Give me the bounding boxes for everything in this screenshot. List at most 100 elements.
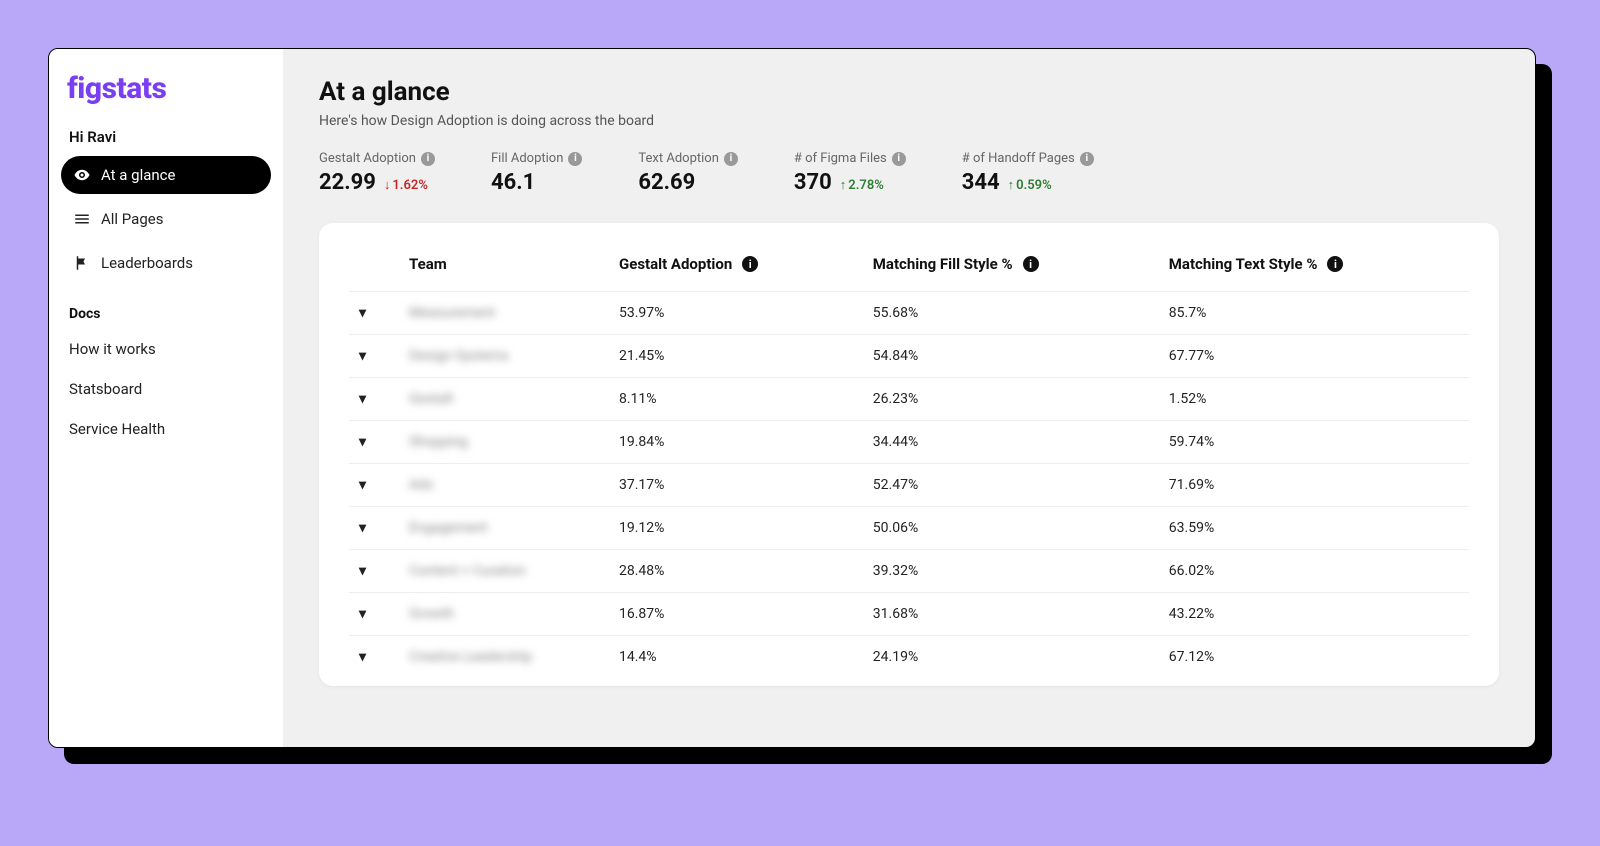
th-label: Gestalt Adoption — [619, 255, 732, 273]
table-row: ▾Gestalt8.11%26.23%1.52% — [349, 378, 1469, 421]
table-row: ▾ Growth 16.87%31.68%43.22% — [349, 593, 1469, 636]
sidebar: figstats Hi Ravi At a glance All Pages L… — [49, 49, 283, 747]
doc-link-statsboard[interactable]: Statsboard — [61, 372, 271, 406]
chevron-down-icon[interactable]: ▾ — [359, 649, 366, 665]
info-icon[interactable]: i — [1023, 256, 1039, 272]
docs-section-header: Docs — [61, 288, 271, 326]
arrow-up-icon: ↑ — [1008, 179, 1015, 192]
team-name: Design Systems — [409, 348, 509, 364]
team-name: Engagement — [409, 520, 487, 536]
chevron-down-icon[interactable]: ▾ — [359, 606, 366, 622]
table-row: ▾Ads37.17%52.47%71.69% — [349, 464, 1469, 507]
metric-label: # of Handoff Pages i — [962, 151, 1094, 166]
chevron-down-icon[interactable]: ▾ — [359, 563, 366, 579]
metric-label-text: Gestalt Adoption — [319, 151, 416, 166]
cell-gestalt: 14.4% — [609, 636, 863, 679]
team-name: Creative Leadership — [409, 649, 532, 665]
th-label: Matching Fill Style % — [873, 255, 1013, 273]
chevron-down-icon[interactable]: ▾ — [359, 477, 366, 493]
team-name: Measurement — [409, 305, 495, 321]
th-fill: Matching Fill Style % i — [863, 241, 1159, 292]
th-label: Matching Text Style % — [1169, 255, 1318, 273]
doc-link-service-health[interactable]: Service Health — [61, 412, 271, 446]
cell-text: 1.52% — [1159, 378, 1469, 421]
main-content: At a glance Here's how Design Adoption i… — [283, 49, 1535, 747]
cell-text: 43.22% — [1159, 593, 1469, 636]
table-row: ▾Measurement53.97%55.68%85.7% — [349, 292, 1469, 335]
info-icon[interactable]: i — [742, 256, 758, 272]
nav-leaderboards[interactable]: Leaderboards — [61, 244, 271, 282]
cell-gestalt: 28.48% — [609, 550, 863, 593]
cell-text: 71.69% — [1159, 464, 1469, 507]
cell-fill: 24.19% — [863, 636, 1159, 679]
table-row: ▾ Engagement 19.12%50.06%63.59% — [349, 507, 1469, 550]
flag-icon — [73, 254, 91, 272]
nav-at-a-glance[interactable]: At a glance — [61, 156, 271, 194]
metric-value: 22.99 — [319, 170, 376, 195]
metric-value: 370 — [794, 170, 832, 195]
cell-fill: 39.32% — [863, 550, 1159, 593]
page-subtitle: Here's how Design Adoption is doing acro… — [319, 113, 1499, 129]
metric-delta-text: 0.59% — [1016, 178, 1052, 193]
cell-fill: 31.68% — [863, 593, 1159, 636]
brand-logo: figstats — [61, 67, 271, 116]
team-name: Growth — [409, 606, 454, 622]
th-text: Matching Text Style % i — [1159, 241, 1469, 292]
nav-label: At a glance — [101, 166, 176, 184]
metric-label: Gestalt Adoption i — [319, 151, 435, 166]
chevron-down-icon[interactable]: ▾ — [359, 434, 366, 450]
info-icon[interactable]: i — [1327, 256, 1343, 272]
metric-delta: ↓ 1.62% — [384, 178, 428, 193]
info-icon[interactable]: i — [724, 152, 738, 166]
teams-table: Team Gestalt Adoption i Matching Fill St… — [349, 241, 1469, 678]
cell-gestalt: 16.87% — [609, 593, 863, 636]
metric-label-text: # of Handoff Pages — [962, 151, 1075, 166]
cell-text: 67.12% — [1159, 636, 1469, 679]
app-window: figstats Hi Ravi At a glance All Pages L… — [48, 48, 1536, 748]
table-row: ▾ Creative Leadership 14.4%24.19%67.12% — [349, 636, 1469, 679]
metric-label-text: Text Adoption — [638, 151, 718, 166]
cell-fill: 55.68% — [863, 292, 1159, 335]
metric-text-adoption: Text Adoption i 62.69 — [638, 151, 737, 195]
eye-icon — [73, 166, 91, 184]
cell-fill: 34.44% — [863, 421, 1159, 464]
cell-gestalt: 19.12% — [609, 507, 863, 550]
metric-value: 62.69 — [638, 170, 695, 195]
page-title: At a glance — [319, 77, 1499, 107]
list-icon — [73, 210, 91, 228]
cell-gestalt: 19.84% — [609, 421, 863, 464]
info-icon[interactable]: i — [421, 152, 435, 166]
cell-fill: 50.06% — [863, 507, 1159, 550]
teams-table-card: Team Gestalt Adoption i Matching Fill St… — [319, 223, 1499, 686]
doc-link-how-it-works[interactable]: How it works — [61, 332, 271, 366]
info-icon[interactable]: i — [568, 152, 582, 166]
cell-text: 67.77% — [1159, 335, 1469, 378]
cell-text: 85.7% — [1159, 292, 1469, 335]
table-row: ▾Content + Curation28.48%39.32%66.02% — [349, 550, 1469, 593]
chevron-down-icon[interactable]: ▾ — [359, 305, 366, 321]
info-icon[interactable]: i — [1080, 152, 1094, 166]
cell-text: 59.74% — [1159, 421, 1469, 464]
metric-fill-adoption: Fill Adoption i 46.1 — [491, 151, 582, 195]
nav-label: Leaderboards — [101, 254, 193, 272]
chevron-down-icon[interactable]: ▾ — [359, 520, 366, 536]
team-name: Ads — [409, 477, 433, 493]
greeting-text: Hi Ravi — [61, 122, 271, 150]
info-icon[interactable]: i — [892, 152, 906, 166]
chevron-down-icon[interactable]: ▾ — [359, 391, 366, 407]
cell-text: 63.59% — [1159, 507, 1469, 550]
chevron-down-icon[interactable]: ▾ — [359, 348, 366, 364]
metric-gestalt-adoption: Gestalt Adoption i 22.99 ↓ 1.62% — [319, 151, 435, 195]
cell-fill: 26.23% — [863, 378, 1159, 421]
table-row: ▾Design Systems21.45%54.84%67.77% — [349, 335, 1469, 378]
metric-delta: ↑ 0.59% — [1008, 178, 1052, 193]
table-header-row: Team Gestalt Adoption i Matching Fill St… — [349, 241, 1469, 292]
table-row: ▾Shopping19.84%34.44%59.74% — [349, 421, 1469, 464]
cell-gestalt: 37.17% — [609, 464, 863, 507]
arrow-up-icon: ↑ — [840, 179, 847, 192]
metric-label: Text Adoption i — [638, 151, 737, 166]
metric-label-text: Fill Adoption — [491, 151, 563, 166]
metric-label-text: # of Figma Files — [794, 151, 887, 166]
nav-all-pages[interactable]: All Pages — [61, 200, 271, 238]
metric-label: # of Figma Files i — [794, 151, 906, 166]
